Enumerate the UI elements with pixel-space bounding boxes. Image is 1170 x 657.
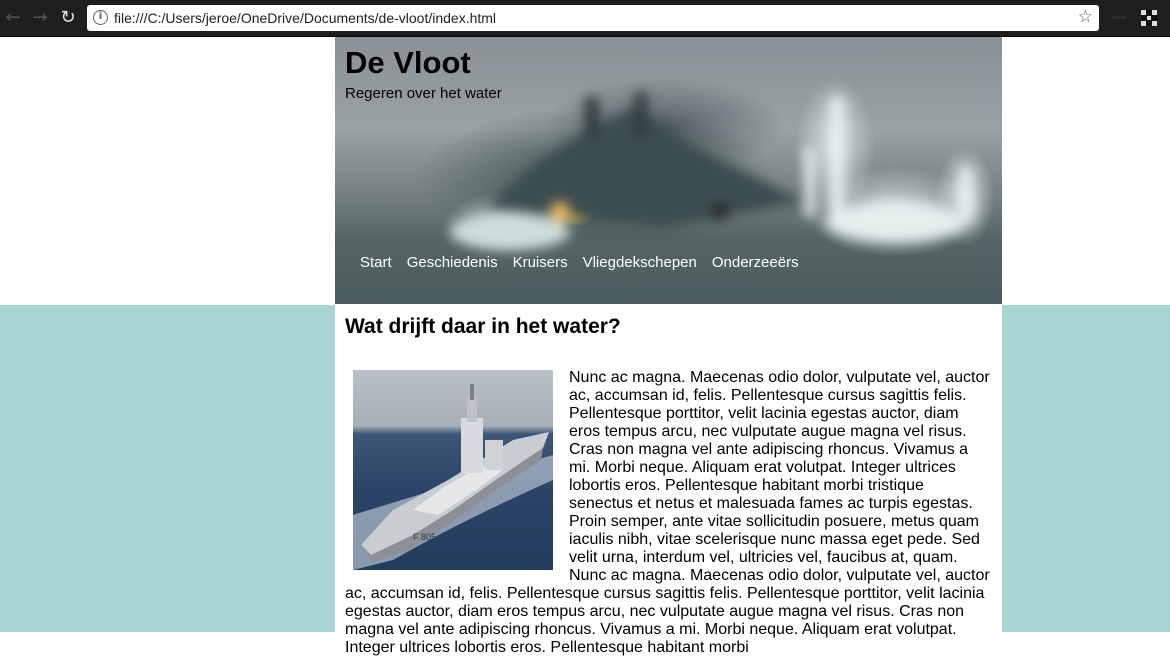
page-heading: Wat drijft daar in het water? [345, 315, 621, 338]
extension-icon[interactable] [1112, 16, 1126, 19]
nav-link-vliegdekschepen[interactable]: Vliegdekschepen [583, 254, 697, 271]
reload-icon[interactable]: ↻ [57, 7, 79, 29]
page-container: De Vloot Regeren over het water Start Ge… [335, 37, 1002, 657]
site-title: De Vloot [345, 45, 471, 80]
nav-link-geschiedenis[interactable]: Geschiedenis [407, 254, 498, 271]
main-content: Wat drijft daar in het water? F 805 Nunc… [335, 304, 1002, 657]
nav-link-start[interactable]: Start [360, 254, 392, 271]
hero-header: De Vloot Regeren over het water Start Ge… [335, 37, 1002, 304]
qr-extension-icon[interactable] [1141, 10, 1157, 26]
site-tagline: Regeren over het water [345, 85, 502, 102]
url-text[interactable]: file:///C:/Users/jeroe/OneDrive/Document… [114, 10, 496, 26]
info-icon[interactable]: i [93, 10, 108, 25]
forward-arrow-icon[interactable]: → [29, 7, 51, 29]
back-arrow-icon[interactable]: ← [2, 7, 24, 29]
nav-link-onderzeeers[interactable]: Onderzeeërs [712, 254, 799, 271]
star-icon[interactable]: ☆ [1078, 7, 1093, 27]
browser-toolbar: ← → ↻ i file:///C:/Users/jeroe/OneDrive/… [0, 0, 1170, 37]
hull-number: F 805 [413, 532, 436, 542]
frigate-image: F 805 [353, 370, 553, 570]
main-nav: Start Geschiedenis Kruisers Vliegdeksche… [360, 254, 814, 271]
nav-link-kruisers[interactable]: Kruisers [513, 254, 568, 271]
address-bar[interactable]: i file:///C:/Users/jeroe/OneDrive/Docume… [87, 5, 1099, 31]
